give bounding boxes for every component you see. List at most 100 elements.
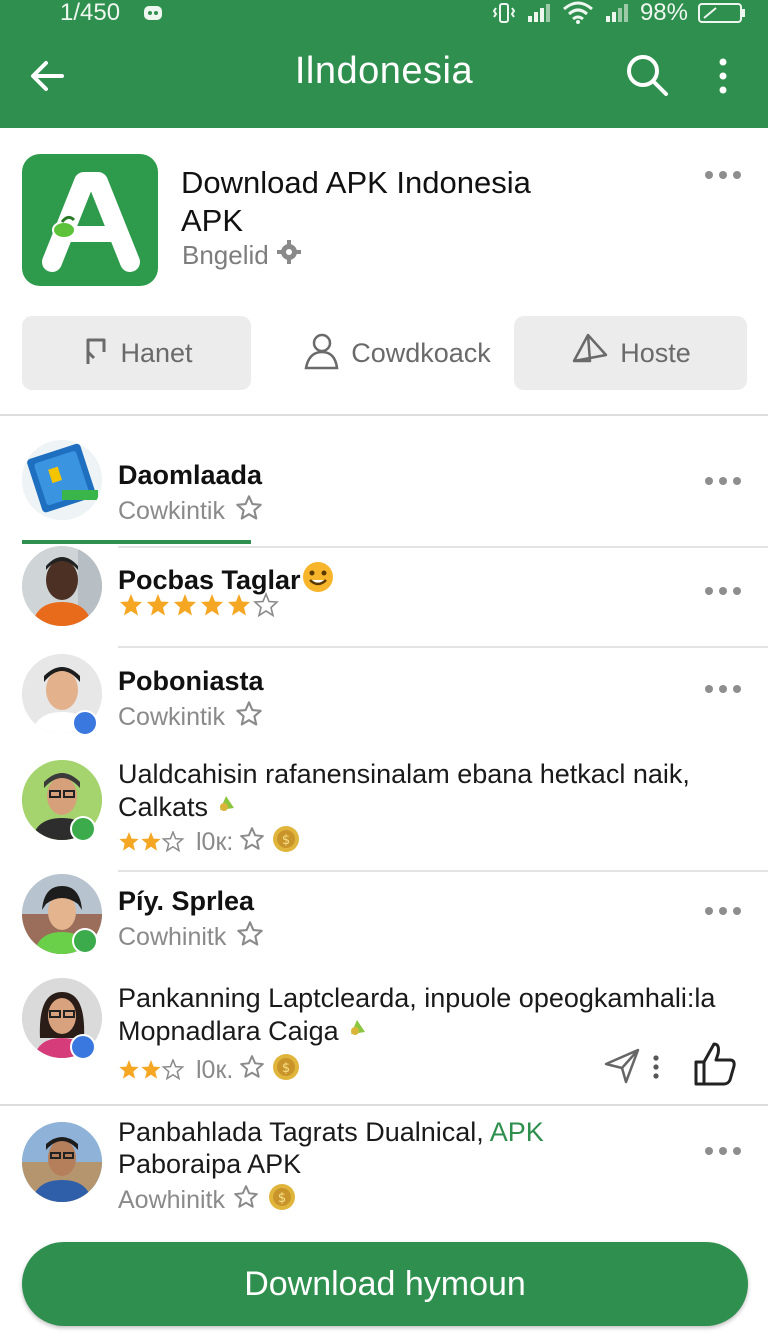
star-outline-icon[interactable] [235, 494, 263, 529]
verified-badge [72, 710, 98, 736]
tab-label: Hanet [120, 337, 193, 368]
download-button-label: Download hymoun [244, 1264, 526, 1303]
overflow-menu-icon[interactable] [710, 54, 736, 98]
review-line2: Calkats [118, 791, 209, 822]
coin-icon: $ [267, 1182, 297, 1219]
rating-stars [119, 830, 185, 852]
status-time: 1/450 [60, 0, 121, 26]
gear-icon [276, 240, 301, 271]
developer-name: Bngelid [182, 240, 269, 270]
item-name: Píy. Sprlea [118, 886, 255, 916]
review-text: Panbahlada Tagrats Dualnical, APK Pabora… [118, 1116, 738, 1180]
verified-badge [72, 928, 98, 954]
review-line2: Paboraipa APK [118, 1149, 302, 1179]
review-line1: Ualdcahisin rafanensinalam ebana hetkacl… [118, 759, 690, 789]
app-title-line1: Download APK Indonesia [181, 165, 531, 200]
review-meta: l0к: $ [118, 824, 301, 861]
list-item[interactable]: Poboniasta Cowkintik [0, 654, 768, 754]
bookmark-icon [80, 334, 110, 373]
item-subtitle: Cowhinitk [118, 920, 264, 955]
status-bar: 1/450 98% [0, 0, 768, 26]
share-icon[interactable] [602, 1046, 642, 1091]
star-outline-icon[interactable] [235, 700, 263, 735]
review-line2-row: Mopnadlara Caiga [118, 1014, 738, 1047]
list-item[interactable]: Daomlaada Cowkintik [0, 436, 768, 548]
divider [118, 646, 768, 648]
divider [0, 414, 768, 416]
tab-label: Cowdkoack [351, 337, 491, 368]
battery-icon [698, 2, 746, 24]
coin-emoji-icon [345, 1014, 371, 1047]
svg-text:$: $ [278, 1191, 286, 1206]
vibrate-icon [492, 2, 516, 24]
app-logo-icon [22, 154, 158, 286]
app-header-card: Download APK Indonesia APK Bngelid Hanet… [0, 128, 768, 544]
person-icon [301, 330, 341, 377]
vertical-more-icon[interactable] [650, 1052, 662, 1087]
tab-cowdkoack[interactable]: Cowdkoack [296, 316, 496, 390]
verified-badge [70, 1034, 96, 1060]
tab-bar: Hanet Cowdkoack Hoste [0, 316, 768, 544]
item-subtitle: Cowkintik [118, 494, 263, 529]
notification-icon [142, 3, 164, 23]
avatar [22, 1122, 102, 1202]
review-meta: l0к. $ [118, 1052, 301, 1089]
search-icon[interactable] [624, 52, 670, 98]
item-name: Daomlaada [118, 460, 263, 490]
svg-text:$: $ [282, 833, 290, 848]
battery-text: 98% [639, 0, 688, 26]
list-item[interactable]: Píy. Sprlea Cowhinitk [0, 874, 768, 974]
coin-emoji-icon [214, 790, 240, 823]
app-title-line2: APK [181, 203, 244, 238]
review-line1-row: Panbahlada Tagrats Dualnical, APK [118, 1116, 738, 1148]
star-outline-icon[interactable] [236, 920, 264, 955]
rating-stars [119, 1058, 185, 1080]
tab-label: Hoste [620, 337, 691, 368]
review-count: l0к. [196, 1056, 234, 1084]
list-item[interactable]: Pankanning Laptcleardа, inpuole opeogkam… [0, 978, 768, 1106]
list-item[interactable]: Ualdcahisin rafanensinalam ebana hetkacl… [0, 758, 768, 872]
divider [118, 870, 768, 872]
item-more-icon[interactable] [702, 474, 744, 488]
smile-emoji-icon [301, 560, 335, 601]
item-more-icon[interactable] [702, 1144, 744, 1158]
review-text: Pankanning Laptcleardа, inpuole opeogkam… [118, 982, 738, 1047]
wifi-icon [562, 1, 594, 25]
app-developer[interactable]: Bngelid [182, 240, 301, 271]
item-sub-text: Aowhinitk [118, 1186, 225, 1214]
avatar [22, 440, 102, 520]
item-more-icon[interactable] [702, 904, 744, 918]
svg-text:$: $ [282, 1061, 290, 1076]
divider [0, 1104, 768, 1106]
item-sub-text: Cowkintik [118, 703, 225, 731]
tab-hanet[interactable]: Hanet [22, 316, 251, 390]
review-line2: Mopnadlara Caiga [118, 1015, 339, 1046]
tab-hoste[interactable]: Hoste [514, 316, 747, 390]
item-rating [118, 592, 282, 620]
list-item[interactable]: Panbahlada Tagrats Dualnical, APK Pabora… [0, 1114, 768, 1224]
coin-icon: $ [271, 1052, 301, 1089]
star-outline-icon[interactable] [239, 1054, 265, 1087]
review-line1-b: APK [489, 1117, 544, 1147]
app-bar: 1/450 98% Ilndonesia [0, 0, 768, 128]
review-line2-row: Calkats [118, 790, 738, 823]
toolbar: Ilndonesia [0, 40, 768, 110]
review-text: Ualdcahisin rafanensinalam ebana hetkacl… [118, 758, 738, 823]
app-more-icon[interactable] [702, 168, 744, 182]
item-subtitle: Aowhinitk $ [118, 1182, 297, 1219]
review-line1: Pankanning Laptcleardа, inpuole opeogkam… [118, 983, 716, 1013]
item-more-icon[interactable] [702, 584, 744, 598]
verified-badge [70, 816, 96, 842]
download-button[interactable]: Download hymoun [22, 1242, 748, 1326]
item-sub-text: Cowhinitk [118, 923, 227, 951]
review-line1-a: Panbahlada Tagrats Dualnical, [118, 1117, 484, 1147]
avatar [22, 546, 102, 626]
coin-icon: $ [271, 824, 301, 861]
signal-icon-2 [604, 2, 630, 24]
star-outline-icon[interactable] [239, 826, 265, 859]
star-outline-icon[interactable] [233, 1184, 259, 1217]
thumbs-up-icon[interactable] [690, 1040, 738, 1093]
item-more-icon[interactable] [702, 682, 744, 696]
app-title: Download APK Indonesia APK [181, 164, 621, 240]
list-item[interactable]: Pocbas Taglar [0, 546, 768, 654]
